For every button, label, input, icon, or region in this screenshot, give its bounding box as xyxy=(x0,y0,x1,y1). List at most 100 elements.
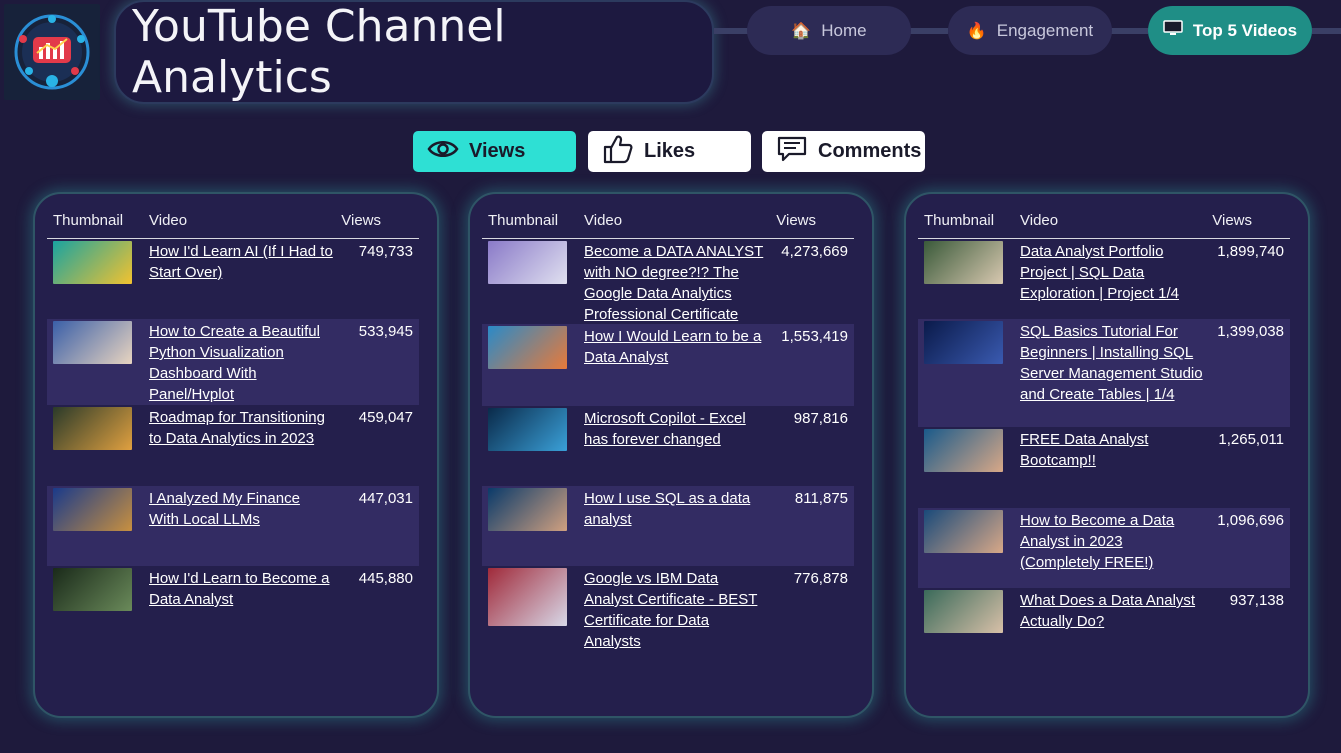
video-views: 447,031 xyxy=(358,490,413,507)
video-title-link[interactable]: FREE Data Analyst Bootcamp!! xyxy=(1020,429,1205,471)
channel-logo xyxy=(4,4,100,100)
top-videos-panel-2: Thumbnail Video Views Become a DATA ANAL… xyxy=(468,192,874,718)
video-thumbnail[interactable] xyxy=(53,407,132,450)
thumbs-up-icon xyxy=(602,134,634,170)
video-views: 811,875 xyxy=(794,490,848,507)
video-thumbnail[interactable] xyxy=(924,429,1003,472)
video-title-link[interactable]: How I'd Learn to Become a Data Analyst xyxy=(149,568,334,610)
nav-home-button[interactable]: 🏠 Home xyxy=(747,6,911,55)
video-views: 749,733 xyxy=(358,243,413,260)
nav-top5-label: Top 5 Videos xyxy=(1192,20,1298,40)
video-thumbnail[interactable] xyxy=(924,510,1003,553)
table-row: How I Would Learn to be a Data Analyst 1… xyxy=(482,324,854,406)
video-views: 987,816 xyxy=(793,410,848,427)
monitor-icon xyxy=(1163,20,1183,41)
metric-likes-label: Likes xyxy=(644,140,696,162)
video-thumbnail[interactable] xyxy=(53,241,132,284)
video-views: 533,945 xyxy=(358,323,413,340)
video-title-link[interactable]: How I use SQL as a data analyst xyxy=(584,488,769,530)
table-row: How to Create a Beautiful Python Visuali… xyxy=(47,319,419,405)
video-thumbnail[interactable] xyxy=(488,326,567,369)
analytics-logo-icon xyxy=(14,14,90,90)
video-thumbnail[interactable] xyxy=(488,568,567,626)
table-header: Thumbnail Video Views xyxy=(918,202,1290,239)
title-box: YouTube Channel Analytics xyxy=(114,0,714,104)
table-row: Google vs IBM Data Analyst Certificate -… xyxy=(482,566,854,656)
video-title-link[interactable]: Google vs IBM Data Analyst Certificate -… xyxy=(584,568,769,652)
page-title: YouTube Channel Analytics xyxy=(132,1,506,103)
header-views[interactable]: Views xyxy=(776,212,816,229)
header-video[interactable]: Video xyxy=(149,212,187,229)
video-title-link[interactable]: Roadmap for Transitioning to Data Analyt… xyxy=(149,407,334,449)
header-thumbnail[interactable]: Thumbnail xyxy=(924,212,994,229)
video-title-link[interactable]: I Analyzed My Finance With Local LLMs xyxy=(149,488,334,530)
video-views: 937,138 xyxy=(1229,592,1284,609)
top-videos-panel-3: Thumbnail Video Views Data Analyst Portf… xyxy=(904,192,1310,718)
video-title-link[interactable]: How to Create a Beautiful Python Visuali… xyxy=(149,321,334,405)
nav-connector xyxy=(1312,28,1341,34)
video-title-link[interactable]: SQL Basics Tutorial For Beginners | Inst… xyxy=(1020,321,1205,405)
header-video[interactable]: Video xyxy=(584,212,622,229)
video-thumbnail[interactable] xyxy=(924,590,1003,633)
metric-likes-button[interactable]: Likes xyxy=(588,131,751,172)
fire-icon: 🔥 xyxy=(966,22,987,40)
home-icon: 🏠 xyxy=(791,22,812,40)
video-views: 445,880 xyxy=(358,570,413,587)
video-views: 1,899,740 xyxy=(1217,243,1284,260)
video-views: 1,553,419 xyxy=(781,328,848,345)
video-title-link[interactable]: Microsoft Copilot - Excel has forever ch… xyxy=(584,408,769,450)
table-row: Data Analyst Portfolio Project | SQL Dat… xyxy=(918,239,1290,319)
video-title-link[interactable]: Become a DATA ANALYST with NO degree?!? … xyxy=(584,241,769,325)
table-row: I Analyzed My Finance With Local LLMs 44… xyxy=(47,486,419,566)
top-videos-panel-1: Thumbnail Video Views How I'd Learn AI (… xyxy=(33,192,439,718)
metric-views-label: Views xyxy=(469,140,526,162)
video-views: 1,265,011 xyxy=(1218,431,1284,448)
video-thumbnail[interactable] xyxy=(53,488,132,531)
metric-comments-button[interactable]: Comments xyxy=(762,131,925,172)
table-row: How I'd Learn to Become a Data Analyst 4… xyxy=(47,566,419,646)
table-row: Become a DATA ANALYST with NO degree?!? … xyxy=(482,239,854,324)
video-views: 776,878 xyxy=(793,570,848,587)
video-thumbnail[interactable] xyxy=(488,408,567,451)
metric-views-button[interactable]: Views xyxy=(413,131,576,172)
table-row: What Does a Data Analyst Actually Do? 93… xyxy=(918,588,1290,668)
header-views[interactable]: Views xyxy=(1212,212,1252,229)
table-row: Roadmap for Transitioning to Data Analyt… xyxy=(47,405,419,486)
video-views: 459,047 xyxy=(358,409,413,426)
videos-table: Thumbnail Video Views How I'd Learn AI (… xyxy=(47,202,419,646)
video-views: 4,273,669 xyxy=(781,243,848,260)
video-title-link[interactable]: How to Become a Data Analyst in 2023 (Co… xyxy=(1020,510,1205,573)
video-thumbnail[interactable] xyxy=(924,321,1003,364)
nav-connector xyxy=(910,28,948,34)
video-title-link[interactable]: How I Would Learn to be a Data Analyst xyxy=(584,326,769,368)
table-row: How I'd Learn AI (If I Had to Start Over… xyxy=(47,239,419,319)
table-header: Thumbnail Video Views xyxy=(482,202,854,239)
table-row: SQL Basics Tutorial For Beginners | Inst… xyxy=(918,319,1290,427)
eye-icon xyxy=(427,138,459,166)
table-header: Thumbnail Video Views xyxy=(47,202,419,239)
nav-connector xyxy=(714,28,748,34)
nav-top5-button[interactable]: Top 5 Videos xyxy=(1148,6,1312,55)
header-views[interactable]: Views xyxy=(341,212,381,229)
table-row: FREE Data Analyst Bootcamp!! 1,265,011 xyxy=(918,427,1290,508)
video-views: 1,096,696 xyxy=(1217,512,1284,529)
table-row: How I use SQL as a data analyst 811,875 xyxy=(482,486,854,566)
videos-table: Thumbnail Video Views Data Analyst Portf… xyxy=(918,202,1290,668)
video-title-link[interactable]: What Does a Data Analyst Actually Do? xyxy=(1020,590,1205,632)
nav-home-label: Home xyxy=(821,20,867,40)
video-thumbnail[interactable] xyxy=(488,488,567,531)
video-thumbnail[interactable] xyxy=(924,241,1003,284)
video-thumbnail[interactable] xyxy=(53,321,132,364)
video-title-link[interactable]: Data Analyst Portfolio Project | SQL Dat… xyxy=(1020,241,1205,304)
video-thumbnail[interactable] xyxy=(488,241,567,284)
video-views: 1,399,038 xyxy=(1217,323,1284,340)
video-thumbnail[interactable] xyxy=(53,568,132,611)
table-row: How to Become a Data Analyst in 2023 (Co… xyxy=(918,508,1290,588)
header-video[interactable]: Video xyxy=(1020,212,1058,229)
metric-comments-label: Comments xyxy=(818,140,922,162)
video-title-link[interactable]: How I'd Learn AI (If I Had to Start Over… xyxy=(149,241,334,283)
nav-engagement-button[interactable]: 🔥 Engagement xyxy=(948,6,1112,55)
header-thumbnail[interactable]: Thumbnail xyxy=(53,212,123,229)
header-thumbnail[interactable]: Thumbnail xyxy=(488,212,558,229)
comment-icon xyxy=(776,135,808,169)
